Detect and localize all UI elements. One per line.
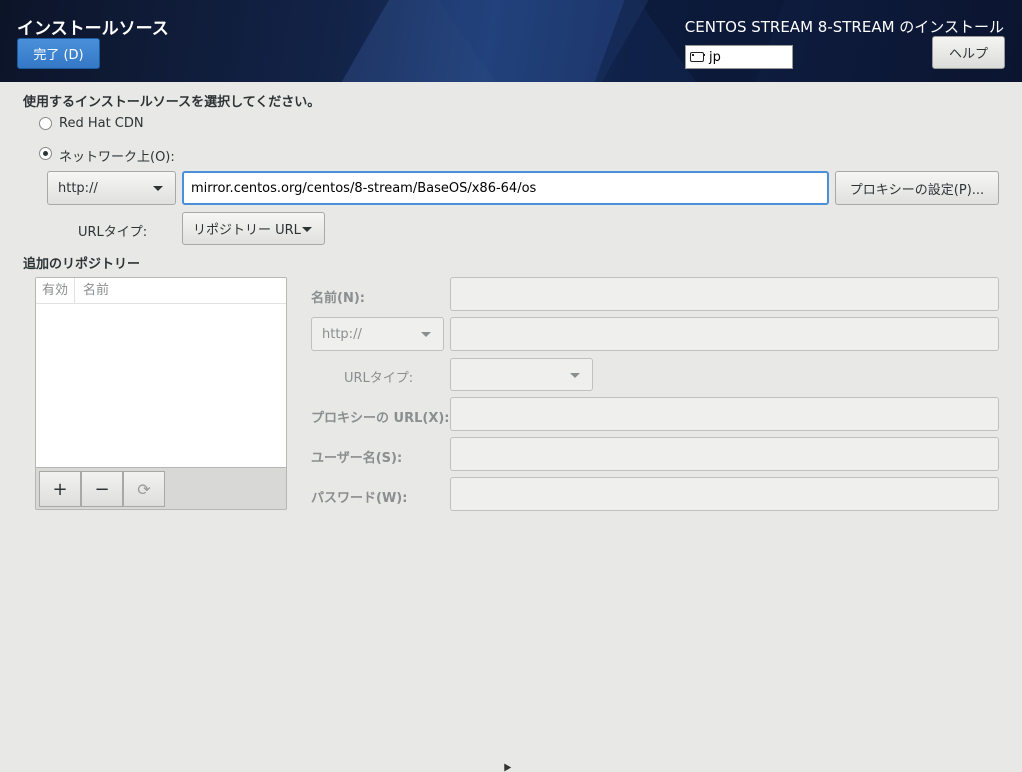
url-type-value: リポジトリー URL [193,223,301,238]
network-label[interactable]: ネットワーク上(O): [59,146,175,165]
url-type-label: URLタイプ: [78,225,148,240]
proxy-settings-button[interactable]: プロキシーの設定(P)... [835,171,999,205]
refresh-repo-button[interactable]: ⟳ [123,471,165,507]
column-enabled[interactable]: 有効 [42,278,76,303]
source-prompt: 使用するインストールソースを選択してください。 [23,95,321,110]
proxy-url-label: プロキシーの URL(X): [311,411,450,426]
repo-list-panel: 有効 名前 + − ⟳ [35,277,287,510]
repo-url-type-label: URLタイプ: [344,371,414,386]
mouse-cursor-icon [500,761,512,772]
chevron-down-icon [153,186,163,191]
username-input[interactable] [450,437,999,471]
keyboard-layout-indicator[interactable]: jp [685,45,793,69]
help-button[interactable]: ヘルプ [932,36,1005,69]
url-type-combo[interactable]: リポジトリー URL [182,212,325,245]
refresh-icon: ⟳ [137,479,151,499]
chevron-down-icon [421,332,431,337]
red-hat-cdn-label[interactable]: Red Hat CDN [59,116,144,131]
chevron-down-icon [302,226,312,232]
password-input[interactable] [450,477,999,511]
keyboard-icon [690,52,705,62]
proxy-url-input[interactable] [450,397,999,431]
protocol-value: http:// [58,180,98,196]
repo-protocol-combo[interactable]: http:// [311,317,444,351]
url-value: mirror.centos.org/centos/8-stream/BaseOS… [191,180,537,196]
repo-name-label: 名前(N): [311,291,365,306]
product-title: CENTOS STREAM 8-STREAM のインストール [684,18,1004,36]
repo-protocol-value: http:// [322,326,362,342]
repo-name-input[interactable] [450,277,999,311]
repo-url-input[interactable] [450,317,999,351]
page-title: インストールソース [17,19,169,39]
radio-red-hat-cdn[interactable] [39,117,52,130]
add-repo-button[interactable]: + [39,471,81,507]
header-bar: インストールソース 完了 (D) CENTOS STREAM 8-STREAM … [0,0,1022,82]
radio-network[interactable] [39,147,52,160]
remove-repo-button[interactable]: − [81,471,123,507]
chevron-down-icon [570,372,580,378]
additional-repos-heading: 追加のリポジトリー [23,257,141,272]
url-input[interactable]: mirror.centos.org/centos/8-stream/BaseOS… [182,171,829,205]
done-button[interactable]: 完了 (D) [17,38,100,69]
password-label: パスワード(W): [311,491,408,506]
protocol-combo[interactable]: http:// [47,171,176,205]
repo-list[interactable]: 有効 名前 [36,278,286,468]
repo-url-type-combo[interactable] [450,358,593,391]
username-label: ユーザー名(S): [311,451,403,466]
keyboard-layout-label: jp [709,49,721,65]
column-name[interactable]: 名前 [83,278,109,303]
